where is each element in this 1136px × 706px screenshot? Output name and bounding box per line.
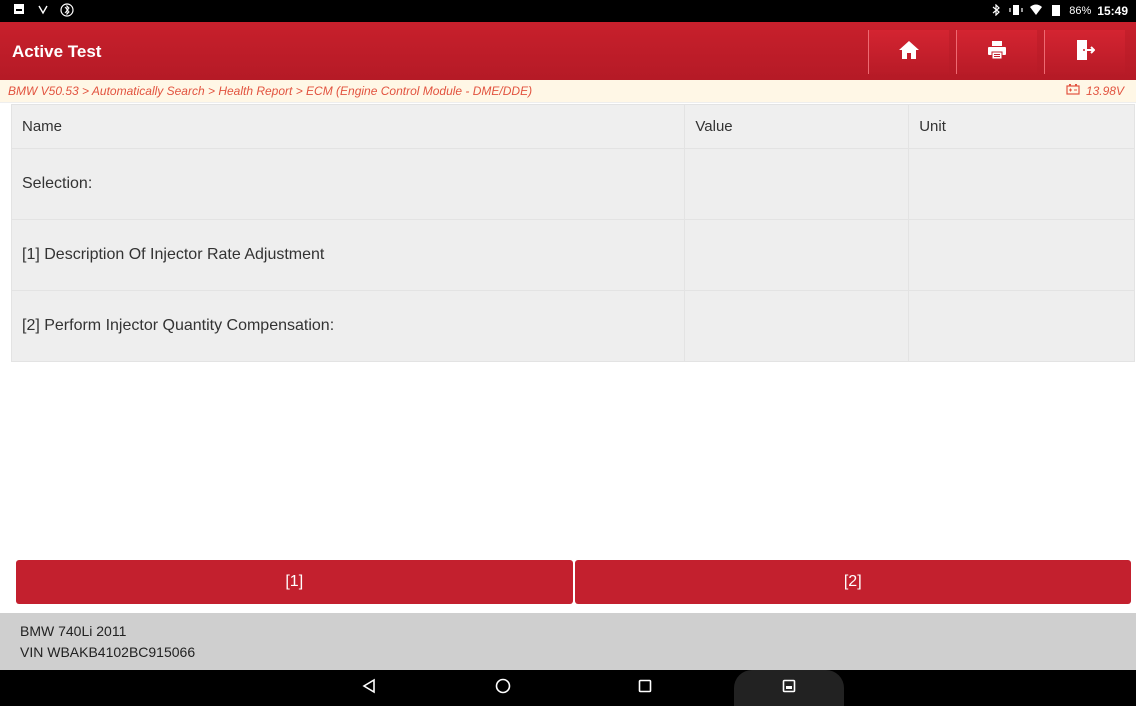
home-button[interactable] — [868, 30, 949, 74]
row-unit — [908, 219, 1135, 291]
battery-percent: 86% — [1069, 5, 1092, 17]
bluetooth-icon — [989, 3, 1003, 18]
back-icon — [362, 678, 376, 699]
printer-icon — [987, 40, 1007, 65]
breadcrumb: BMW V50.53 > Automatically Search > Heal… — [8, 84, 533, 98]
wifi-icon — [1029, 4, 1043, 18]
row-name: Selection: — [10, 148, 686, 220]
vehicle-vin: VIN WBAKB4102BC915066 — [20, 644, 196, 660]
vehicle-info-bar: BMW 740Li 2011 VIN WBAKB4102BC915066 — [0, 613, 1136, 670]
data-table: Name Value Unit Selection: [1] Descripti… — [10, 104, 1135, 362]
row-value — [684, 219, 910, 291]
row-name: [1] Description Of Injector Rate Adjustm… — [10, 219, 686, 291]
car-battery-icon — [1066, 83, 1080, 98]
option-2-button[interactable]: [2] — [574, 560, 1131, 604]
gallery-icon — [782, 679, 796, 698]
table-header-row: Name Value Unit — [10, 104, 1135, 149]
back-button[interactable] — [360, 678, 378, 699]
screenshot-button[interactable] — [734, 670, 844, 706]
table-row[interactable]: Selection: — [10, 148, 1135, 220]
exit-button[interactable] — [1044, 30, 1125, 74]
voltage-value: 13.98V — [1085, 83, 1124, 98]
recent-apps-button[interactable] — [636, 679, 654, 697]
vehicle-model: BMW 740Li 2011 — [20, 623, 127, 639]
row-name: [2] Perform Injector Quantity Compensati… — [10, 290, 686, 362]
print-button[interactable] — [956, 30, 1037, 74]
row-value — [684, 290, 910, 362]
home-icon — [898, 40, 920, 65]
usb-icon — [36, 3, 50, 17]
bluetooth-settings-icon — [60, 3, 74, 17]
circle-home-icon — [495, 678, 511, 699]
battery-icon — [1049, 4, 1063, 18]
action-buttons: [1] [2] — [16, 560, 1131, 604]
column-header-name: Name — [10, 104, 686, 149]
vibrate-icon — [1009, 4, 1023, 18]
row-value — [684, 148, 910, 220]
option-1-button[interactable]: [1] — [16, 560, 573, 604]
breadcrumb-bar: BMW V50.53 > Automatically Search > Heal… — [0, 80, 1136, 103]
clock: 15:49 — [1097, 4, 1128, 18]
table-row[interactable]: [2] Perform Injector Quantity Compensati… — [10, 290, 1135, 362]
page-title: Active Test — [12, 42, 102, 61]
row-unit — [908, 290, 1135, 362]
home-nav-button[interactable] — [494, 678, 512, 699]
status-bar: 86% 15:49 — [0, 0, 1136, 22]
column-header-unit: Unit — [908, 104, 1135, 149]
table-row[interactable]: [1] Description Of Injector Rate Adjustm… — [10, 219, 1135, 291]
exit-icon — [1075, 39, 1096, 66]
row-unit — [908, 148, 1135, 220]
column-header-value: Value — [684, 104, 910, 149]
title-bar: Active Test — [0, 22, 1136, 80]
voltage-indicator: 13.98V — [1066, 83, 1124, 98]
navigation-bar — [0, 670, 1136, 706]
notification-icon — [12, 3, 26, 17]
square-recent-icon — [638, 679, 652, 698]
